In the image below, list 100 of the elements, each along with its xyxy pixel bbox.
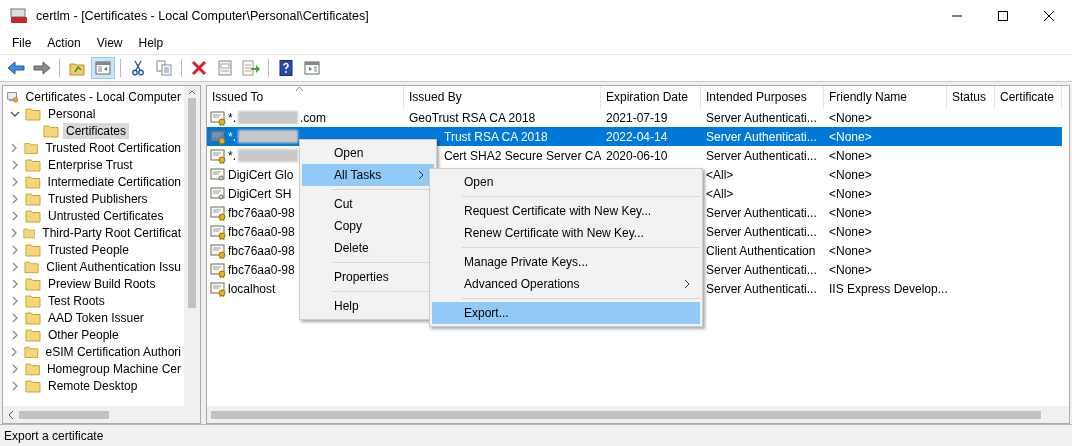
tree-item[interactable]: Trusted People	[45, 241, 132, 258]
column-header[interactable]: Issued To	[207, 86, 404, 108]
table-cell: <None>	[829, 167, 872, 182]
scroll-left-icon[interactable]	[7, 409, 15, 420]
menu-bar-item[interactable]: Action	[39, 36, 89, 50]
tree-item[interactable]: eSIM Certification Authori	[42, 343, 184, 360]
chevron-down-icon[interactable]	[10, 109, 20, 118]
menu-item[interactable]: Help	[302, 295, 434, 317]
tree-item[interactable]: Client Authentication Issu	[43, 258, 184, 275]
chevron-right-icon[interactable]	[11, 380, 19, 391]
table-cell: 2021-07-19	[606, 110, 668, 125]
chevron-right-icon[interactable]	[11, 278, 19, 289]
chevron-right-icon[interactable]	[11, 329, 19, 340]
menu-item[interactable]: Properties	[302, 266, 434, 288]
table-cell: Server Authenticati...	[706, 148, 817, 163]
folder-up-icon[interactable]	[69, 60, 85, 76]
column-header[interactable]: Status	[947, 86, 995, 108]
menu-item[interactable]: Open	[432, 171, 700, 193]
table-cell: 2022-04-14	[606, 129, 668, 144]
export-list-icon[interactable]	[242, 60, 260, 76]
menu-item[interactable]: Copy	[302, 215, 434, 237]
delete-icon[interactable]	[191, 60, 207, 76]
chevron-right-icon[interactable]	[11, 244, 19, 255]
table-cell: <All>	[706, 186, 734, 201]
table-cell: <All>	[706, 167, 734, 182]
tree-item[interactable]: Preview Build Roots	[45, 275, 159, 292]
redaction-block	[238, 111, 298, 124]
panel-icon[interactable]	[304, 60, 320, 76]
tree-item[interactable]: AAD Token Issuer	[45, 309, 147, 326]
horizontal-scrollbar[interactable]	[3, 406, 200, 423]
tree-item[interactable]: Homegroup Machine Cer	[43, 360, 184, 377]
table-cell: 2020-06-10	[606, 148, 668, 163]
properties-icon[interactable]	[217, 60, 233, 76]
table-row[interactable]: *. Trust RSA CA 2018 2022-04-14 Server Authenticati... <None>	[207, 127, 1062, 146]
table-cell: fbc76aa0-98	[228, 205, 295, 220]
forward-arrow-icon[interactable]	[33, 60, 51, 76]
table-cell: <None>	[829, 262, 872, 277]
help-icon[interactable]	[278, 60, 294, 76]
menu-item[interactable]: Advanced Operations	[432, 273, 700, 295]
chevron-right-icon[interactable]	[11, 159, 19, 170]
folder-icon	[25, 276, 41, 291]
chevron-right-icon[interactable]	[10, 176, 19, 187]
table-cell: fbc76aa0-98	[228, 224, 295, 239]
chevron-right-icon[interactable]	[10, 261, 19, 272]
menu-item[interactable]: Manage Private Keys...	[432, 251, 700, 273]
tree-item[interactable]: Certificates - Local Computer	[22, 88, 184, 105]
chevron-right-icon[interactable]	[11, 312, 19, 323]
tree-item[interactable]: Certificates	[63, 122, 130, 139]
column-header[interactable]: Intended Purposes	[701, 86, 824, 108]
chevron-right-icon[interactable]	[11, 210, 19, 221]
column-header[interactable]: Issued By	[404, 86, 601, 108]
table-cell: Server Authenticati...	[706, 129, 817, 144]
table-cell: <None>	[829, 186, 872, 201]
vertical-scrollbar[interactable]	[184, 86, 200, 406]
menu-item[interactable]: Delete	[302, 237, 434, 259]
menu-item[interactable]: All Tasks	[302, 164, 434, 186]
menu-item[interactable]: Export...	[432, 302, 700, 324]
chevron-right-icon[interactable]	[11, 193, 19, 204]
table-cell: <None>	[829, 205, 872, 220]
app-icon	[10, 8, 28, 24]
cut-icon[interactable]	[130, 60, 146, 76]
menu-item[interactable]: Request Certificate with New Key...	[432, 200, 700, 222]
menu-bar-item[interactable]: File	[4, 36, 40, 50]
menu-item[interactable]: Renew Certificate with New Key...	[432, 222, 700, 244]
tree-item[interactable]: Personal	[45, 105, 99, 122]
menu-bar-item[interactable]: View	[88, 36, 131, 50]
folder-icon	[25, 191, 41, 206]
table-cell: Server Authenticati...	[706, 262, 817, 277]
folder-icon	[24, 174, 41, 189]
back-arrow-icon[interactable]	[7, 60, 25, 76]
chevron-right-icon[interactable]	[10, 142, 19, 153]
tree-item[interactable]: Test Roots	[45, 292, 108, 309]
chevron-right-icon[interactable]	[9, 227, 18, 238]
tree-item[interactable]: Remote Desktop	[45, 377, 141, 394]
menu-item[interactable]: Cut	[302, 193, 434, 215]
folder-icon	[25, 208, 41, 223]
copy-icon[interactable]	[156, 60, 172, 76]
table-cell: Server Authenticati...	[706, 110, 817, 125]
column-header[interactable]: Expiration Date	[601, 86, 701, 108]
table-cell: <None>	[829, 224, 872, 239]
tree-item[interactable]: Enterprise Trust	[45, 156, 136, 173]
table-cell: IIS Express Develop...	[829, 281, 947, 296]
table-cell: .com	[300, 110, 327, 125]
tree-item[interactable]: Intermediate Certification	[44, 173, 184, 190]
chevron-right-icon[interactable]	[11, 295, 19, 306]
column-header[interactable]: Certificate	[995, 86, 1062, 108]
column-header[interactable]: Friendly Name	[824, 86, 947, 108]
menu-bar-item[interactable]: Help	[130, 36, 172, 50]
tree-item[interactable]: Trusted Publishers	[45, 190, 151, 207]
table-cell: Server Authenticati...	[706, 224, 817, 239]
chevron-right-icon[interactable]	[10, 363, 19, 374]
certificate-key-icon	[210, 261, 226, 278]
tree-item[interactable]: Trusted Root Certification	[42, 139, 184, 156]
tree-item[interactable]: Third-Party Root Certificat	[39, 224, 184, 241]
panel-icon[interactable]	[95, 60, 111, 76]
certificate-key-icon	[210, 128, 226, 145]
horizontal-scrollbar[interactable]	[207, 406, 1069, 423]
tree-item[interactable]: Other People	[45, 326, 122, 343]
tree-item[interactable]: Untrusted Certificates	[45, 207, 167, 224]
chevron-right-icon[interactable]	[10, 346, 19, 357]
